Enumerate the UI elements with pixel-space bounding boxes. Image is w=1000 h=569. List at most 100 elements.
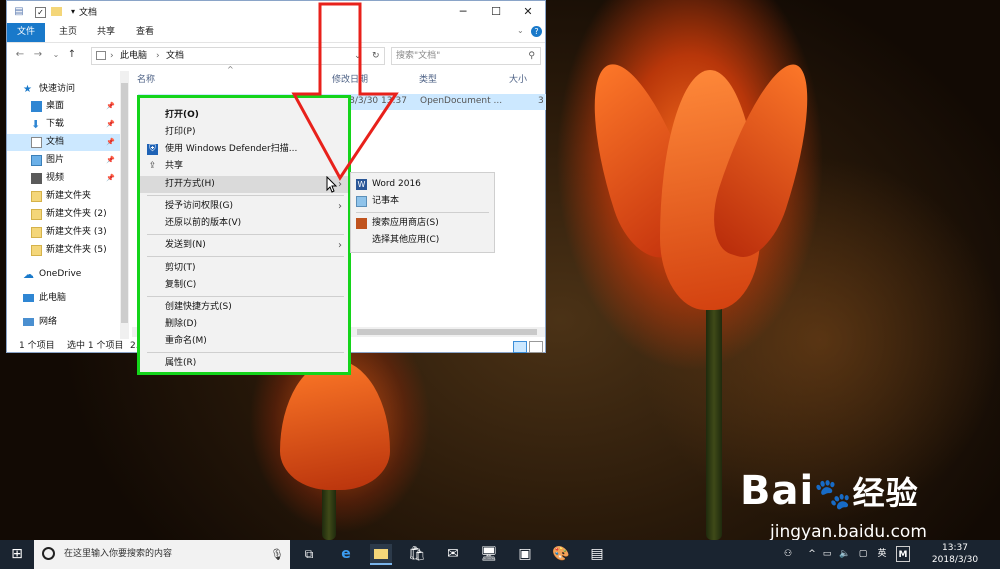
menu-item-delete[interactable]: 删除(D) xyxy=(140,316,348,333)
star-icon: ★ xyxy=(23,84,32,95)
nav-item-onedrive[interactable]: ☁ OneDrive xyxy=(7,266,121,283)
nav-item-folder[interactable]: 新建文件夹 xyxy=(7,188,121,205)
menu-item-restore-versions[interactable]: 还原以前的版本(V) xyxy=(140,215,348,232)
column-name[interactable]: 名称 xyxy=(137,71,155,89)
menu-item-send-to[interactable]: 发送到(N) › xyxy=(140,237,348,254)
edge-icon[interactable]: e xyxy=(335,544,357,565)
forward-arrow-icon[interactable]: → xyxy=(31,48,45,62)
address-bar-row: ← → ⌄ ↑ › 此电脑 › 文档 ⌄ ↻ 搜索"文档" ⚲ xyxy=(7,42,545,68)
file-type: OpenDocument ... xyxy=(420,96,503,106)
nav-label: 快速访问 xyxy=(39,84,76,94)
nav-label: 此电脑 xyxy=(39,293,67,303)
scrollbar-thumb[interactable] xyxy=(357,329,537,335)
app-icon[interactable]: ▤ xyxy=(586,544,608,565)
properties-icon[interactable]: ✓ xyxy=(35,7,46,18)
paint-icon[interactable]: 🎨 xyxy=(550,544,572,565)
store-taskbar-icon[interactable]: 🛍 xyxy=(406,544,428,565)
pin-icon: 📌 xyxy=(106,102,115,110)
folder-icon[interactable] xyxy=(51,7,62,16)
back-arrow-icon[interactable]: ← xyxy=(13,48,27,62)
nav-item-pictures[interactable]: 图片 📌 xyxy=(7,152,121,169)
submenu-item-notepad[interactable]: 记事本 xyxy=(351,193,494,210)
menu-item-properties[interactable]: 属性(R) xyxy=(140,355,348,372)
search-icon[interactable]: ⚲ xyxy=(528,48,535,64)
task-view-icon[interactable]: ⧉ xyxy=(298,544,320,565)
notepad-icon xyxy=(356,196,367,207)
windows-start-icon[interactable]: ⊞ xyxy=(6,544,28,565)
nav-item-folder[interactable]: 新建文件夹 (5) xyxy=(7,242,121,259)
scrollbar-thumb[interactable] xyxy=(121,83,128,323)
menu-separator xyxy=(147,352,344,353)
title-bar[interactable]: ▤ ✓ ▾ 文档 ─ ☐ ✕ xyxy=(7,1,545,23)
people-icon[interactable]: ⚇ xyxy=(780,540,796,569)
submenu-item-choose-app[interactable]: 选择其他应用(C) xyxy=(351,232,494,249)
cortana-icon xyxy=(42,547,55,560)
breadcrumb-this-pc[interactable]: 此电脑 xyxy=(120,48,147,64)
defender-shield-icon: ⛨ xyxy=(147,144,158,155)
maximize-button[interactable]: ☐ xyxy=(480,1,512,23)
column-type[interactable]: 类型 xyxy=(419,71,437,89)
nav-label: 网络 xyxy=(39,317,58,327)
minimize-button[interactable]: ─ xyxy=(447,1,479,23)
folder-icon xyxy=(31,191,42,202)
tab-file[interactable]: 文件 xyxy=(7,23,46,42)
ime-language[interactable]: 英 xyxy=(874,540,890,569)
clock[interactable]: 13:37 2018/3/30 xyxy=(920,542,990,568)
large-icons-view-icon[interactable] xyxy=(529,341,543,353)
nav-item-downloads[interactable]: ⬇ 下载 📌 xyxy=(7,116,121,133)
quick-access-dropdown-icon[interactable]: ▾ xyxy=(67,6,79,18)
selected-count: 选中 1 个项目 xyxy=(67,341,124,351)
tab-view[interactable]: 查看 xyxy=(126,23,164,42)
show-hidden-icons[interactable]: ^ xyxy=(806,540,818,569)
nav-label: 下载 xyxy=(46,119,65,129)
nav-item-folder[interactable]: 新建文件夹 (2) xyxy=(7,206,121,223)
red-arrow-annotation xyxy=(291,2,399,181)
recent-locations-icon[interactable]: ⌄ xyxy=(49,48,63,62)
nav-item-documents[interactable]: 文档 📌 xyxy=(7,134,121,151)
nav-item-videos[interactable]: 视频 📌 xyxy=(7,170,121,187)
nav-label: 桌面 xyxy=(46,101,65,111)
cloud-icon: ☁ xyxy=(23,268,34,281)
help-icon[interactable]: ? xyxy=(531,26,542,37)
nav-item-desktop[interactable]: 桌面 📌 xyxy=(7,98,121,115)
menu-item-copy[interactable]: 复制(C) xyxy=(140,277,348,294)
ime-mode[interactable]: M xyxy=(896,546,910,562)
volume-icon[interactable]: 🔈 xyxy=(838,540,852,569)
network-tray-icon[interactable]: ▭ xyxy=(820,540,834,569)
app-icon[interactable]: 🖥 xyxy=(478,544,500,565)
folder-icon xyxy=(31,209,42,220)
menu-separator xyxy=(147,195,344,196)
submenu-item-search-store[interactable]: 搜索应用商店(S) xyxy=(351,215,494,232)
details-view-icon[interactable] xyxy=(513,341,527,353)
mail-icon[interactable]: ✉ xyxy=(442,544,464,565)
microphone-icon[interactable]: 🎙 xyxy=(270,540,284,569)
up-arrow-icon[interactable]: ↑ xyxy=(65,48,79,62)
menu-item-grant-access[interactable]: 授予访问权限(G) › xyxy=(140,198,348,215)
search-placeholder: 搜索"文档" xyxy=(396,51,441,61)
menu-item-create-shortcut[interactable]: 创建快捷方式(S) xyxy=(140,299,348,316)
nav-quick-access[interactable]: ★ 快速访问 xyxy=(7,81,121,98)
menu-item-rename[interactable]: 重命名(M) xyxy=(140,333,348,350)
clock-date: 2018/3/30 xyxy=(931,555,979,565)
nav-item-network[interactable]: 网络 xyxy=(7,314,121,331)
menu-separator xyxy=(147,234,344,235)
notifications-tray-icon[interactable]: ▢ xyxy=(856,540,870,569)
app-icon[interactable]: ▣ xyxy=(514,544,536,565)
file-explorer-taskbar-icon[interactable] xyxy=(370,544,392,565)
breadcrumb-documents[interactable]: 文档 xyxy=(166,48,184,64)
nav-label: 新建文件夹 (3) xyxy=(46,227,107,237)
documents-icon xyxy=(31,137,42,148)
nav-scrollbar[interactable] xyxy=(120,71,129,339)
taskbar-search-box[interactable]: 在这里输入你要搜索的内容 🎙 xyxy=(34,540,290,569)
baidu-watermark: Bai🐾经验 jingyan.baidu.com xyxy=(740,468,1000,548)
tab-home[interactable]: 主页 xyxy=(49,23,87,42)
menu-item-cut[interactable]: 剪切(T) xyxy=(140,260,348,277)
close-button[interactable]: ✕ xyxy=(512,1,544,23)
search-input[interactable]: 搜索"文档" ⚲ xyxy=(391,47,541,65)
nav-item-folder[interactable]: 新建文件夹 (3) xyxy=(7,224,121,241)
column-size[interactable]: 大小 xyxy=(509,71,527,89)
nav-item-this-pc[interactable]: 此电脑 xyxy=(7,290,121,307)
tulip-stem xyxy=(706,300,722,540)
tab-share[interactable]: 共享 xyxy=(87,23,125,42)
expand-ribbon-icon[interactable]: ⌄ xyxy=(517,26,524,35)
